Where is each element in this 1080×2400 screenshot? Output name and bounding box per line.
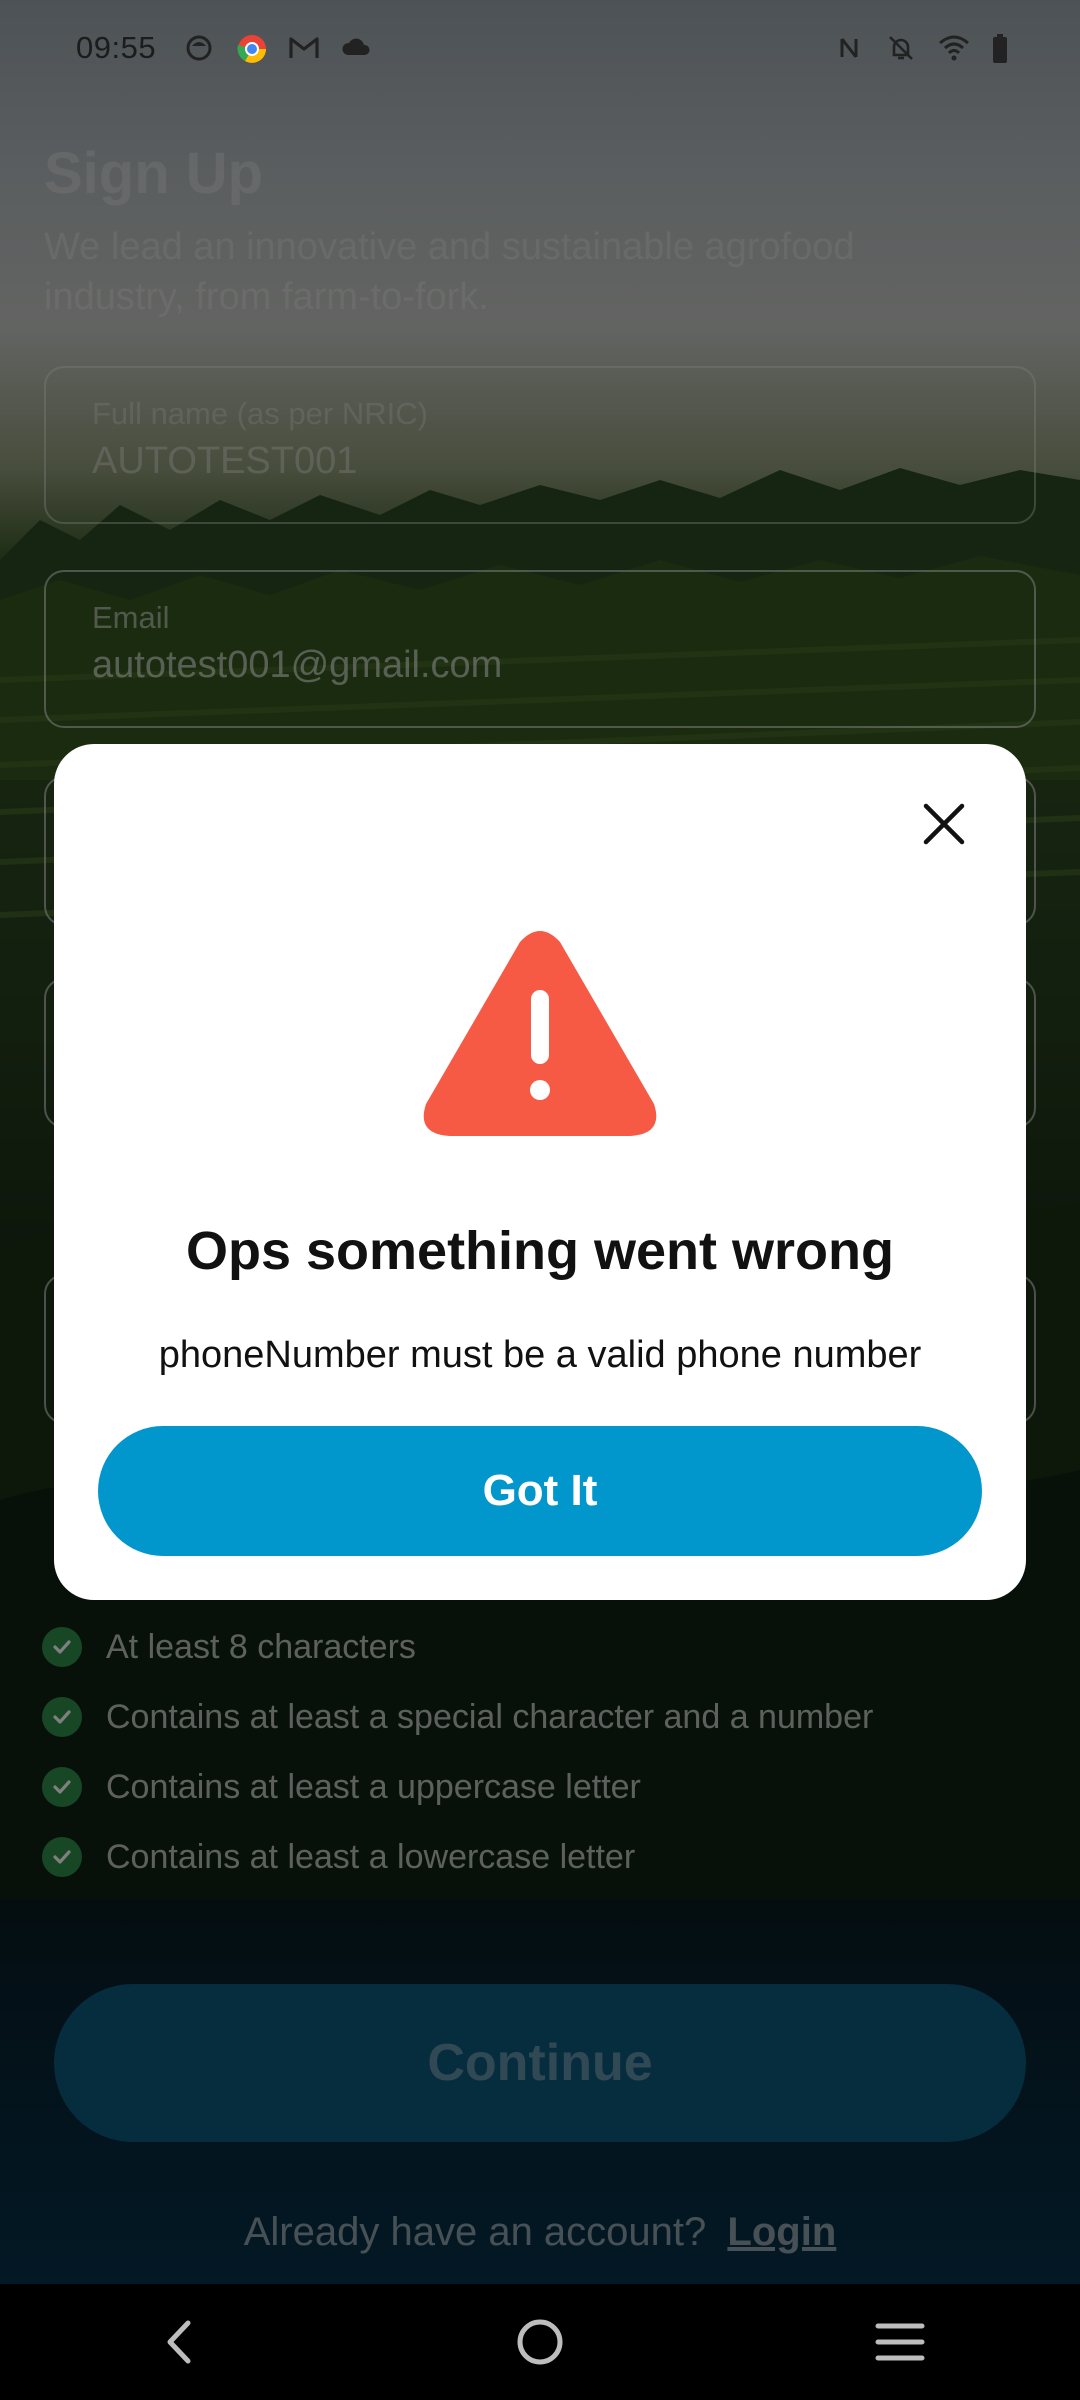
got-it-button[interactable]: Got It xyxy=(98,1426,982,1556)
dialog-title: Ops something went wrong xyxy=(185,1221,894,1281)
status-time: 09:55 xyxy=(76,30,157,65)
gmail-icon xyxy=(288,33,319,63)
navigation-bar xyxy=(0,2284,1080,2400)
dialog-message: phoneNumber must be a valid phone number xyxy=(158,1334,922,1376)
menu-icon[interactable] xyxy=(840,2284,960,2400)
warning-icon xyxy=(418,928,662,1138)
close-icon[interactable] xyxy=(914,794,974,854)
app-icon xyxy=(184,33,214,63)
bell-off-icon xyxy=(886,33,916,63)
chrome-icon xyxy=(236,33,267,63)
battery-icon xyxy=(990,33,1020,63)
cloud-icon xyxy=(340,33,370,63)
nfc-icon xyxy=(834,33,864,63)
error-dialog: Ops something went wrong phoneNumber mus… xyxy=(54,744,1026,1600)
wifi-icon xyxy=(938,33,969,63)
back-icon[interactable] xyxy=(120,2284,240,2400)
home-icon[interactable] xyxy=(480,2284,600,2400)
status-bar: 09:55 xyxy=(0,0,1080,96)
